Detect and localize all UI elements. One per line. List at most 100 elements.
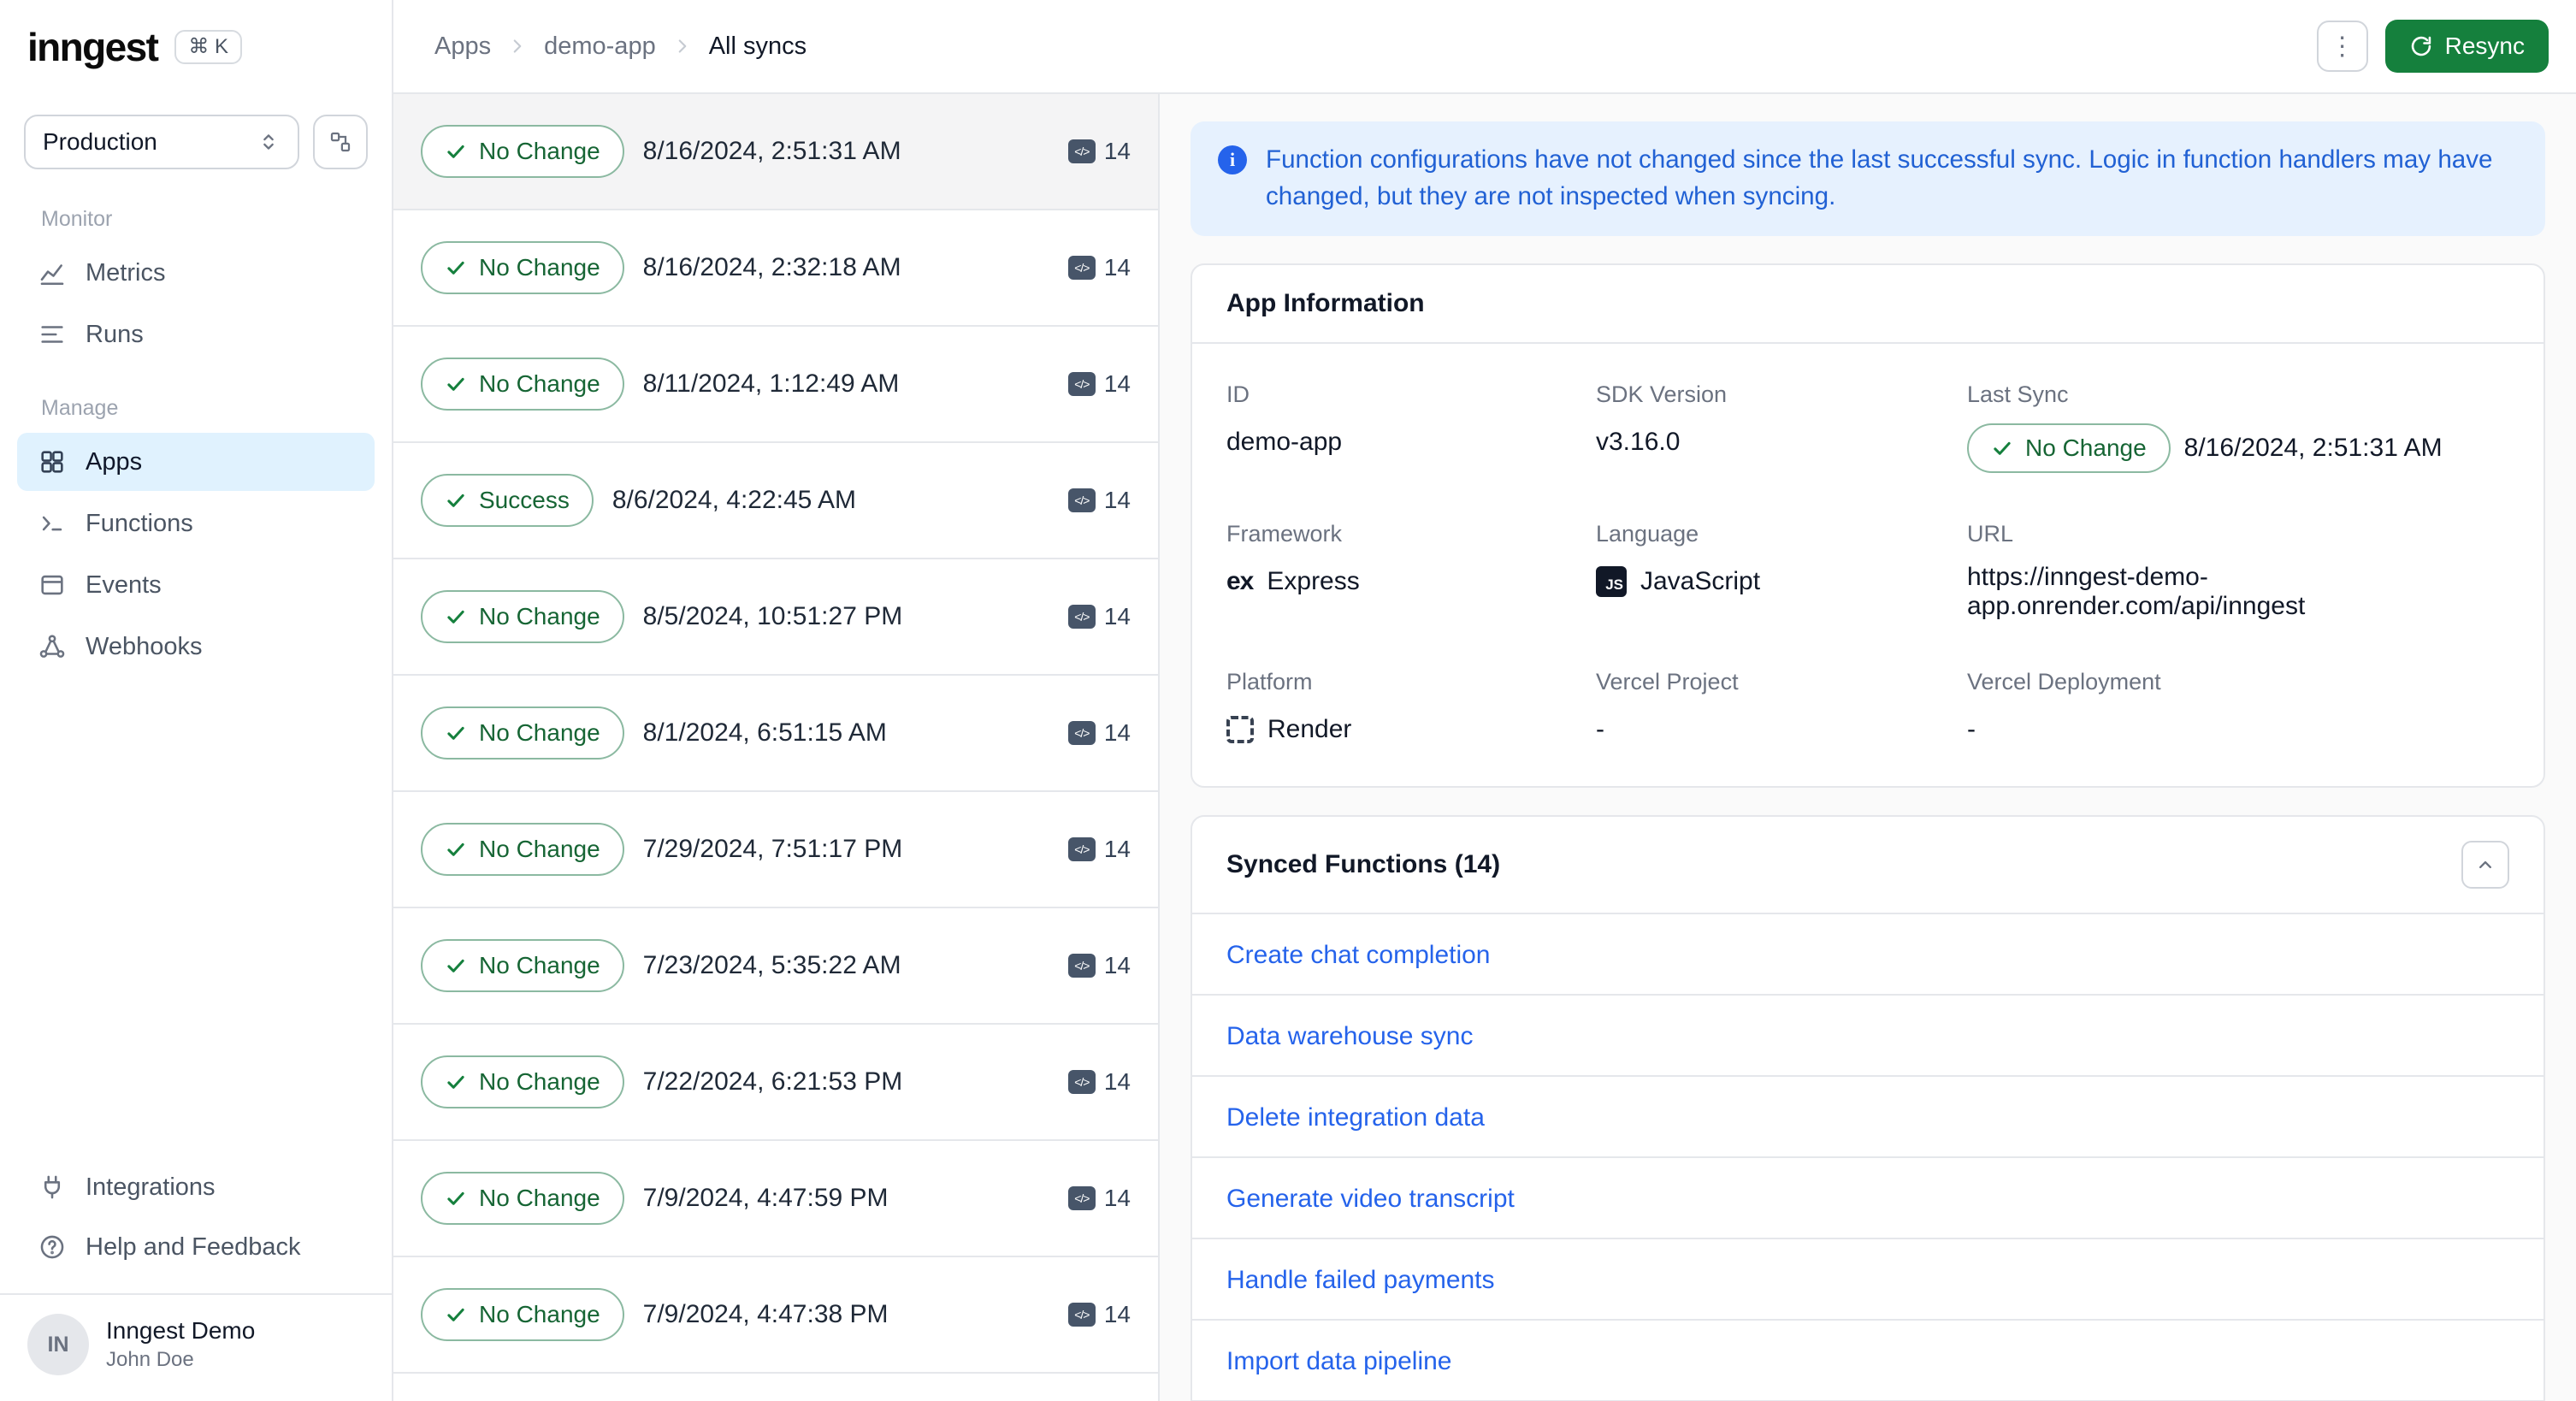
synced-functions-card: Synced Functions (14) Create chat comple… <box>1191 814 2545 1401</box>
sync-status-label: No Change <box>479 1185 600 1211</box>
sync-row[interactable]: No Change 8/1/2024, 6:51:15 AM </> 14 <box>393 676 1158 792</box>
check-icon <box>445 1303 467 1326</box>
check-icon <box>445 1071 467 1093</box>
topbar: Apps demo-app All syncs ⋮ Resync <box>393 0 2576 94</box>
synced-function-link[interactable]: Import data pipeline <box>1226 1347 1452 1375</box>
sync-row[interactable]: No Change 8/11/2024, 1:12:49 AM </> 14 <box>393 327 1158 443</box>
function-count-badge: </> 14 <box>1067 254 1131 281</box>
sync-row[interactable]: No Change 8/16/2024, 2:32:18 AM </> 14 <box>393 210 1158 327</box>
sync-row[interactable]: No Change 7/22/2024, 6:21:53 PM </> 14 <box>393 1025 1158 1141</box>
environment-select[interactable]: Production <box>24 115 299 169</box>
sync-timestamp: 8/6/2024, 4:22:45 AM <box>612 486 857 514</box>
sidebar-item-integrations[interactable]: Integrations <box>17 1158 375 1216</box>
command-k-shortcut[interactable]: ⌘ K <box>174 30 243 64</box>
sync-timestamp: 7/29/2024, 7:51:17 PM <box>642 835 903 863</box>
sync-row[interactable]: No Change 8/5/2024, 10:51:27 PM </> 14 <box>393 559 1158 676</box>
environment-select-value: Production <box>43 128 157 155</box>
resync-button[interactable]: Resync <box>2384 20 2549 73</box>
chevron-right-icon <box>671 35 694 57</box>
info-banner-text: Function configurations have not changed… <box>1266 145 2493 210</box>
synced-function-link[interactable]: Create chat completion <box>1226 941 1491 969</box>
render-icon <box>1226 715 1254 743</box>
synced-function-row: Data warehouse sync <box>1192 996 2544 1077</box>
sync-list: No Change 8/16/2024, 2:51:31 AM </> 14 N… <box>393 94 1160 1401</box>
sidebar-item-label: Metrics <box>86 258 166 287</box>
sidebar-item-runs[interactable]: Runs <box>17 305 375 364</box>
question-circle-icon <box>38 1233 67 1262</box>
content: No Change 8/16/2024, 2:51:31 AM </> 14 N… <box>393 94 2576 1401</box>
function-count-badge: </> 14 <box>1067 836 1131 863</box>
function-count-value: 14 <box>1103 1068 1131 1095</box>
main-column: Apps demo-app All syncs ⋮ Resync No Chan… <box>393 0 2576 1401</box>
sidebar-item-events[interactable]: Events <box>17 556 375 614</box>
synced-function-row: Handle failed payments <box>1192 1239 2544 1321</box>
sync-row[interactable]: No Change 7/23/2024, 5:35:22 AM </> 14 <box>393 908 1158 1025</box>
sync-row[interactable]: No Change 8/16/2024, 2:51:31 AM </> 14 <box>393 94 1158 210</box>
app-information-title: App Information <box>1226 288 1425 317</box>
functions-terminal-icon <box>38 509 67 538</box>
environments-button[interactable] <box>313 115 368 169</box>
function-count-value: 14 <box>1103 1185 1131 1211</box>
function-count-value: 14 <box>1103 603 1131 630</box>
function-count-value: 14 <box>1103 836 1131 862</box>
breadcrumb-apps[interactable]: Apps <box>434 33 491 61</box>
synced-function-link[interactable]: Generate video transcript <box>1226 1185 1515 1213</box>
sync-status-badge: No Change <box>421 1172 624 1225</box>
field-value: No Change 8/16/2024, 2:51:31 AM <box>1967 423 2509 473</box>
function-count-value: 14 <box>1103 1301 1131 1327</box>
collapse-button[interactable] <box>2461 840 2509 889</box>
refresh-icon <box>2409 34 2433 58</box>
sync-status-label: No Change <box>479 138 600 164</box>
sync-timestamp: 8/16/2024, 2:32:18 AM <box>642 253 901 281</box>
field-value: demo-app <box>1226 427 1343 456</box>
user-subname: John Doe <box>106 1348 194 1371</box>
user-info: Inngest Demo John Doe <box>106 1317 255 1372</box>
field-vercel-project: Vercel Project - <box>1596 669 1950 748</box>
sync-row[interactable]: No Change 7/29/2024, 7:51:17 PM </> 14 <box>393 792 1158 908</box>
kebab-icon: ⋮ <box>2329 32 2355 61</box>
function-count-badge: </> 14 <box>1067 138 1131 165</box>
field-framework: Framework ex Express <box>1226 521 1579 621</box>
sidebar-item-apps[interactable]: Apps <box>17 433 375 491</box>
breadcrumb-demo-app[interactable]: demo-app <box>544 33 656 61</box>
sync-row[interactable]: Success 8/6/2024, 4:22:45 AM </> 14 <box>393 443 1158 559</box>
sync-status-label: Success <box>479 487 570 513</box>
inngest-logo: inngest <box>27 25 159 69</box>
sidebar-item-webhooks[interactable]: Webhooks <box>17 618 375 676</box>
field-language: Language JS JavaScript <box>1596 521 1950 621</box>
synced-function-row: Generate video transcript <box>1192 1158 2544 1239</box>
synced-function-link[interactable]: Delete integration data <box>1226 1103 1485 1132</box>
user-name: Inngest Demo <box>106 1317 256 1344</box>
sync-row[interactable]: No Change 7/9/2024, 4:47:38 PM </> 14 <box>393 1257 1158 1374</box>
synced-function-link[interactable]: Data warehouse sync <box>1226 1022 1474 1050</box>
sidebar-item-help[interactable]: Help and Feedback <box>17 1218 375 1276</box>
sync-row[interactable]: No Change 7/9/2024, 4:09:07 PM </> 14 <box>393 1374 1158 1401</box>
info-icon: i <box>1218 145 1247 174</box>
synced-function-link[interactable]: Handle failed payments <box>1226 1266 1495 1294</box>
environments-icon <box>328 129 353 155</box>
sidebar-item-functions[interactable]: Functions <box>17 494 375 553</box>
sidebar-item-label: Functions <box>86 509 193 537</box>
field-label: SDK Version <box>1596 381 1728 407</box>
field-label: ID <box>1226 381 1250 407</box>
sync-status-badge: No Change <box>421 823 624 876</box>
app-information-card: App Information ID demo-app SDK Version … <box>1191 263 2545 788</box>
function-count-value: 14 <box>1103 487 1131 513</box>
more-options-button[interactable]: ⋮ <box>2316 21 2368 72</box>
sidebar-item-label: Webhooks <box>86 632 203 660</box>
sync-status-badge: No Change <box>421 939 624 992</box>
user-menu[interactable]: IN Inngest Demo John Doe <box>0 1293 392 1394</box>
function-count-icon: </> <box>1067 488 1096 512</box>
sidebar-item-label: Runs <box>86 320 144 348</box>
sync-status-label: No Change <box>479 1301 600 1327</box>
sync-timestamp: 7/9/2024, 4:47:59 PM <box>642 1184 889 1212</box>
field-value: v3.16.0 <box>1596 427 1681 456</box>
sync-row[interactable]: No Change 7/9/2024, 4:47:59 PM </> 14 <box>393 1141 1158 1257</box>
function-count-icon: </> <box>1067 139 1096 163</box>
monitor-section-label: Monitor <box>41 207 113 231</box>
sidebar-item-metrics[interactable]: Metrics <box>17 244 375 302</box>
field-value: - <box>1967 714 1976 743</box>
function-count-icon: </> <box>1067 605 1096 629</box>
chevron-up-down-icon <box>257 130 281 154</box>
function-count-icon: </> <box>1067 954 1096 978</box>
